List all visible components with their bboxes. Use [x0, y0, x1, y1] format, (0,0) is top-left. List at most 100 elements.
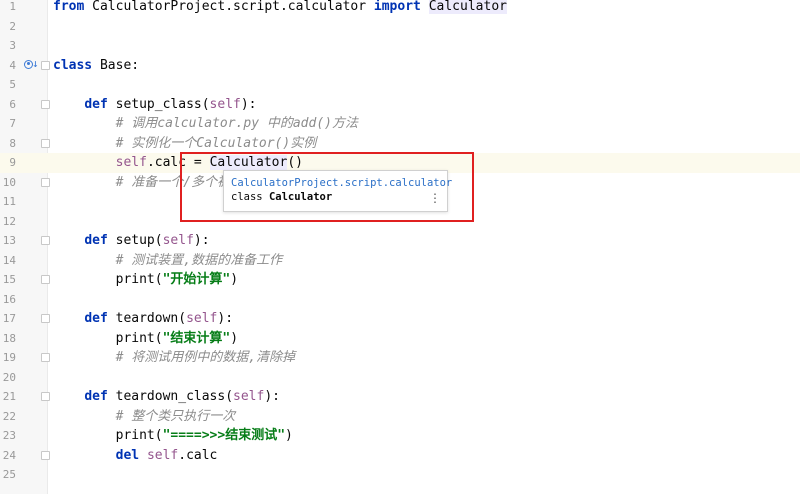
code-text: print("开始计算") — [53, 270, 238, 290]
fold-marker-icon[interactable] — [41, 236, 50, 245]
line-number: 8 — [9, 136, 16, 150]
fold-marker-icon[interactable] — [41, 60, 50, 70]
code-token: self — [146, 447, 179, 463]
code-text: from CalculatorProject.script.calculator… — [53, 0, 507, 17]
line-number: 19 — [2, 351, 16, 364]
line-number: 15 — [2, 273, 16, 286]
line-number: 21 — [2, 390, 16, 403]
line-number: 1 — [9, 0, 16, 13]
code-text: def setup_class(self): — [53, 95, 257, 115]
popup-package-link[interactable]: CalculatorProject.script.calculator — [231, 177, 452, 189]
fold-marker-icon[interactable] — [41, 177, 50, 187]
code-line-7[interactable]: 7 # 调用calculator.py 中的add()方法 — [0, 114, 800, 134]
line-number: 20 — [2, 370, 16, 384]
line-number: 17 — [2, 312, 16, 325]
code-token: setup( — [107, 233, 163, 248]
code-token: Base: — [92, 57, 140, 73]
code-line-24[interactable]: 24 del self.calc — [0, 446, 800, 466]
line-number: 23 — [2, 429, 16, 442]
code-token: self — [233, 389, 265, 404]
fold-marker-icon[interactable] — [41, 392, 50, 401]
code-line-13[interactable]: 13 def setup(self): — [0, 231, 800, 251]
fold-marker-icon[interactable] — [41, 450, 50, 460]
fold-marker-icon[interactable] — [41, 99, 50, 109]
fold-marker-icon[interactable] — [41, 275, 50, 284]
code-line-4[interactable]: 4 ↓ class Base: — [0, 56, 800, 76]
code-line-18[interactable]: 18 print("结束计算") — [0, 329, 800, 349]
fold-marker-icon[interactable] — [41, 314, 50, 323]
code-token: "结束计算" — [162, 330, 231, 346]
code-line-1[interactable]: 1 from CalculatorProject.script.calculato… — [0, 0, 800, 17]
fold-marker-icon[interactable] — [41, 353, 50, 362]
code-line-2[interactable]: 2 — [0, 17, 800, 37]
code-line-3[interactable]: 3 — [0, 36, 800, 56]
code-line-5[interactable]: 5 — [0, 75, 800, 95]
quick-documentation-popup[interactable]: CalculatorProject.script.calculator clas… — [223, 170, 452, 212]
code-token: def — [84, 311, 108, 326]
line-number: 14 — [2, 253, 16, 267]
code-text: print("结束计算") — [53, 329, 238, 349]
code-line-15[interactable]: 15 print("开始计算") — [0, 270, 800, 290]
line-number: 10 — [2, 175, 16, 189]
line-number: 9 — [9, 156, 16, 169]
code-line-8[interactable]: 8 # 实例化一个Calculator()实例 — [0, 134, 800, 154]
code-text: def teardown(self): — [53, 309, 233, 329]
line-number: 3 — [9, 39, 16, 52]
code-line-25[interactable]: 25 — [0, 465, 800, 485]
code-line-17[interactable]: 17 def teardown(self): — [0, 309, 800, 329]
code-line-22[interactable]: 22 # 整个类只执行一次 — [0, 407, 800, 427]
line-number: 25 — [2, 468, 16, 481]
code-token: ): — [264, 389, 280, 404]
code-token: teardown_class( — [107, 389, 234, 404]
more-options-icon[interactable]: ⋮ — [429, 191, 441, 205]
code-token: ): — [240, 96, 257, 112]
code-token: import — [373, 0, 421, 14]
fold-marker-icon[interactable] — [41, 138, 50, 148]
code-token: self — [162, 233, 194, 248]
code-editor[interactable]: 1 from CalculatorProject.script.calculato… — [0, 0, 800, 494]
down-arrow-icon: ↓ — [32, 56, 39, 70]
line-number: 2 — [9, 19, 16, 33]
code-token: ) — [230, 330, 239, 346]
code-token: # 调用calculator.py 中的add()方法 — [115, 116, 358, 131]
code-text: # 整个类只执行一次 — [53, 407, 236, 427]
code-token: "开始计算" — [162, 272, 231, 287]
code-text: del self.calc — [53, 446, 218, 466]
code-token: # 整个类只执行一次 — [115, 408, 236, 424]
code-token: self — [186, 311, 218, 326]
code-text: # 将测试用例中的数据,清除掉 — [53, 348, 295, 368]
code-token: # 将测试用例中的数据,清除掉 — [115, 350, 296, 365]
popup-class-keyword: class — [231, 191, 263, 203]
code-token: class — [53, 57, 93, 73]
code-line-19[interactable]: 19 # 将测试用例中的数据,清除掉 — [0, 348, 800, 368]
line-number: 12 — [2, 214, 16, 228]
code-token: setup_class( — [107, 96, 210, 112]
code-line-21[interactable]: 21 def teardown_class(self): — [0, 387, 800, 407]
line-number: 4 — [9, 58, 16, 72]
code-text: class Base: — [53, 56, 139, 76]
code-line-20[interactable]: 20 — [0, 368, 800, 388]
code-token: ): — [193, 233, 210, 248]
popup-class-signature: class Calculator — [231, 191, 332, 203]
code-token: ) — [285, 428, 293, 443]
code-token: self — [115, 155, 147, 170]
code-line-6[interactable]: 6 def setup_class(self): — [0, 95, 800, 115]
code-line-14[interactable]: 14 # 测试装置,数据的准备工作 — [0, 251, 800, 271]
code-line-23[interactable]: 23 print("====>>>结束测试") — [0, 426, 800, 446]
code-line-16[interactable]: 16 — [0, 290, 800, 310]
code-token: print( — [53, 272, 163, 287]
line-number: 13 — [2, 234, 16, 247]
code-token: ): — [217, 311, 234, 326]
code-token: # 实例化一个Calculator()实例 — [115, 135, 317, 151]
